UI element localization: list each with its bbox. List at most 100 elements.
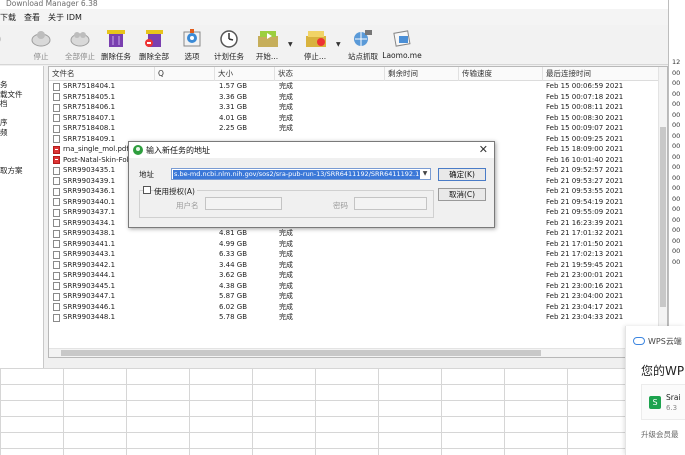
cell-status: 完成 — [279, 103, 293, 111]
table-row[interactable]: SRR9903443.1 6.33 GB 完成 Feb 21 17:02:13 202… — [49, 249, 659, 260]
column-status[interactable]: 状态 — [275, 67, 385, 81]
cell-filename: SRR9903438.1 — [63, 229, 116, 237]
wps-upgrade-text[interactable]: 升级会员最 — [641, 429, 679, 440]
column-filename[interactable]: 文件名 — [49, 67, 155, 81]
cell-size: 3.62 GB — [219, 271, 248, 279]
column-last-connection[interactable]: 最后连接时间 — [543, 67, 659, 81]
cell-filename: SRR7518404.1 — [63, 82, 116, 90]
cell-status: 完成 — [279, 229, 293, 237]
chevron-down-icon[interactable]: ▼ — [420, 169, 430, 179]
ok-button[interactable]: 确定(K) — [438, 168, 486, 181]
tree-item[interactable] — [0, 147, 43, 157]
delete-all-icon — [142, 27, 166, 49]
cell-last-connection: Feb 21 23:04:33 2021 — [546, 313, 624, 321]
toolbar-cut-button[interactable] — [0, 27, 12, 63]
toolbar-stop-button[interactable]: 停止 — [26, 27, 56, 63]
delete-task-icon — [104, 27, 128, 49]
strip-text: 00 — [672, 226, 681, 234]
table-row[interactable]: SRR9903438.1 4.81 GB 完成 Feb 21 17:01:32 202… — [49, 228, 659, 239]
toolbar-start-queue-button[interactable]: 开始... — [251, 27, 283, 63]
column-queue[interactable]: Q — [155, 67, 215, 81]
strip-text: 00 — [672, 194, 681, 203]
table-row[interactable]: SRR7518408.1 2.25 GB 完成 Feb 15 00:09:07 202… — [49, 123, 659, 134]
tree-item[interactable]: 载文件 — [0, 90, 43, 100]
tree-item[interactable] — [0, 156, 43, 166]
cloud-icon — [633, 337, 645, 345]
table-row[interactable]: SRR9903448.1 5.78 GB 完成 Feb 21 23:04:33 202… — [49, 312, 659, 323]
stop-queue-dropdown-icon[interactable]: ▼ — [336, 41, 341, 48]
pdf-file-icon — [53, 156, 60, 164]
cell-last-connection: Feb 15 00:08:11 2021 — [546, 103, 624, 111]
tree-item[interactable] — [0, 137, 43, 147]
file-icon — [53, 93, 60, 101]
column-size[interactable]: 大小 — [215, 67, 275, 81]
wps-file-name: Srai — [666, 393, 681, 402]
tree-item[interactable] — [0, 109, 43, 119]
horizontal-scroll-thumb[interactable] — [61, 350, 541, 356]
cell-filename: SRR9903442.1 — [63, 260, 116, 269]
column-time-left[interactable]: 剩余时间 — [385, 67, 459, 81]
table-row[interactable]: SRR7518404.1 1.57 GB 完成 Feb 15 00:06:59 202… — [49, 81, 659, 92]
start-queue-dropdown-icon[interactable]: ▼ — [288, 41, 293, 48]
tree-item[interactable]: 务 — [0, 80, 43, 90]
tree-item[interactable]: 档 — [0, 99, 43, 109]
toolbar-scheduler-button[interactable]: 计划任务 — [210, 27, 248, 63]
toolbar-delete-all-button[interactable]: 删除全部 — [136, 27, 172, 63]
cell-filename: SRR7518406.1 — [63, 103, 116, 111]
column-speed[interactable]: 传输速度 — [459, 67, 543, 81]
tree-item[interactable]: 取方案 — [0, 166, 43, 176]
file-icon — [53, 261, 60, 269]
cell-last-connection: Feb 15 00:09:25 2021 — [546, 134, 624, 143]
table-row[interactable]: SRR9903447.1 5.87 GB 完成 Feb 21 23:04:00 202… — [49, 291, 659, 302]
url-input[interactable]: s.be-md.ncbi.nlm.nih.gov/sos2/sra-pub-ru… — [171, 168, 431, 180]
toolbar-delete-task-label: 删除任务 — [101, 52, 131, 61]
toolbar-stop-all-button[interactable]: 全部停止 — [60, 27, 100, 63]
password-field[interactable] — [354, 197, 427, 210]
toolbar-site-grabber-label: 站点抓取 — [348, 52, 378, 61]
tree-item[interactable]: 序 — [0, 118, 43, 128]
file-icon — [53, 282, 60, 290]
cell-filename: SRR7518407.1 — [63, 113, 116, 122]
cell-last-connection: Feb 21 09:54:19 2021 — [546, 197, 624, 206]
table-row[interactable]: SRR9903444.1 3.62 GB 完成 Feb 21 23:00:01 202… — [49, 270, 659, 281]
vertical-scrollbar[interactable] — [658, 67, 667, 357]
toolbar-site-grabber-button[interactable]: 站点抓取 — [345, 27, 381, 63]
toolbar-laomo-button[interactable]: Laomo.me — [382, 27, 422, 63]
password-label: 密码 — [333, 201, 348, 210]
cell-status: 完成 — [279, 239, 293, 248]
cancel-button[interactable]: 取消(C) — [438, 188, 486, 201]
file-icon — [53, 135, 60, 143]
tree-item[interactable]: 频 — [0, 128, 43, 138]
table-row[interactable]: SRR7518406.1 3.31 GB 完成 Feb 15 00:08:11 202… — [49, 102, 659, 113]
wps-file-card[interactable]: S Srai 6.3 — [641, 384, 685, 420]
cell-filename: SRR7518405.1 — [63, 92, 116, 101]
table-row[interactable]: SRR7518405.1 3.36 GB 完成 Feb 15 00:07:18 202… — [49, 92, 659, 103]
cell-filename: SRR9903444.1 — [63, 271, 116, 279]
toolbar-stop-all-label: 全部停止 — [65, 52, 95, 61]
cell-size: 3.36 GB — [219, 92, 248, 101]
wps-file-size: 6.3 — [666, 404, 678, 412]
menu-download[interactable]: 下载 — [0, 12, 16, 23]
laomo-icon — [390, 27, 414, 49]
horizontal-scrollbar[interactable] — [49, 348, 659, 357]
table-row[interactable]: SRR9903441.1 4.99 GB 完成 Feb 21 17:01:50 202… — [49, 239, 659, 250]
toolbar-options-button[interactable]: 选项 — [179, 27, 205, 63]
table-row[interactable]: SRR7518407.1 4.01 GB 完成 Feb 15 00:08:30 202… — [49, 113, 659, 124]
cell-last-connection: Feb 16 10:01:40 2021 — [546, 155, 624, 164]
table-row[interactable]: SRR9903446.1 6.02 GB 完成 Feb 21 23:04:17 202… — [49, 302, 659, 313]
file-icon — [53, 229, 60, 238]
cell-size: 3.31 GB — [219, 103, 248, 111]
toolbar-stop-queue-button[interactable]: 停止... — [299, 27, 331, 63]
spreadsheet-grid — [0, 368, 685, 455]
toolbar-delete-task-button[interactable]: 删除任务 — [98, 27, 134, 63]
vertical-scroll-thumb[interactable] — [660, 127, 666, 307]
file-icon — [53, 114, 60, 122]
cell-status: 完成 — [279, 313, 293, 321]
table-row[interactable]: SRR9903445.1 4.38 GB 完成 Feb 21 23:00:16 202… — [49, 281, 659, 292]
table-row[interactable]: SRR9903442.1 3.44 GB 完成 Feb 21 19:59:45 202… — [49, 260, 659, 271]
menu-view[interactable]: 查看 — [24, 12, 40, 23]
menu-about[interactable]: 关于 IDM — [48, 12, 82, 23]
use-auth-checkbox[interactable] — [143, 186, 151, 194]
username-field[interactable] — [205, 197, 282, 210]
close-icon[interactable]: ✕ — [479, 143, 488, 157]
